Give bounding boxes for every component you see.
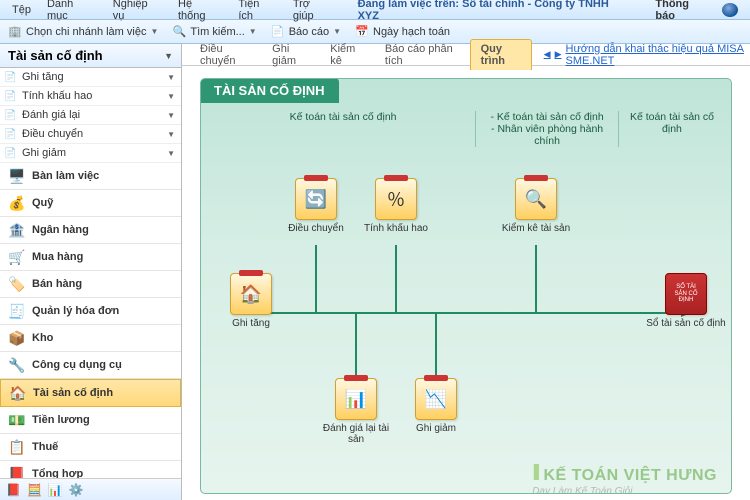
footer-icon[interactable]: 📊 bbox=[48, 483, 63, 497]
node-kiem-ke[interactable]: 🔍 Kiểm kê tài sản bbox=[496, 178, 576, 234]
nav-item-11[interactable]: 📕 Tổng hợp bbox=[0, 461, 181, 478]
sidebar: Tài sản cố định▼ Ghi tăng▼ Tính khấu hao… bbox=[0, 44, 182, 500]
nav-label: Thuế bbox=[32, 441, 58, 453]
tab-dieu-chuyen[interactable]: Điều chuyển bbox=[190, 40, 260, 70]
sidebar-footer: 📕 🧮 📊 ⚙️ bbox=[0, 478, 181, 500]
nav-icon: 🔧 bbox=[8, 356, 26, 374]
menu-tienich[interactable]: Tiện ích bbox=[230, 0, 284, 24]
toolbar-date[interactable]: 📅Ngày hạch toán bbox=[355, 25, 450, 39]
kiem-ke-icon: 🔍 bbox=[515, 178, 557, 220]
nav-icon: 🛒 bbox=[8, 248, 26, 266]
building-icon: 🏢 bbox=[8, 25, 22, 39]
menu-bar: Tệp Danh mục Nghiệp vụ Hệ thống Tiện ích… bbox=[0, 0, 750, 20]
nav-icon: 💵 bbox=[8, 411, 26, 429]
nav-label: Tiền lương bbox=[32, 414, 90, 426]
nav-list: 🖥️ Bàn làm việc 💰 Quỹ 🏦 Ngân hàng 🛒 Mua hàng 🏷️ B… bbox=[0, 163, 181, 478]
nav-label: Mua hàng bbox=[32, 251, 83, 263]
nav-item-1[interactable]: 💰 Quỹ bbox=[0, 190, 181, 217]
col-header-2: - Kế toán tài sản cố định - Nhân viên ph… bbox=[476, 111, 619, 147]
nav-icon: 🧾 bbox=[8, 302, 26, 320]
nav-label: Bàn làm việc bbox=[32, 170, 99, 182]
menu-trogiup[interactable]: Trợ giúp bbox=[285, 0, 342, 24]
nav-label: Công cụ dụng cụ bbox=[32, 359, 122, 371]
content-area: Điều chuyển Ghi giảm Kiểm kê Báo cáo phâ… bbox=[182, 44, 750, 500]
nav-icon: 🏦 bbox=[8, 221, 26, 239]
toolbar-branch[interactable]: 🏢Chọn chi nhánh làm việc▼ bbox=[8, 25, 158, 39]
nav-item-7[interactable]: 🔧 Công cụ dụng cụ bbox=[0, 352, 181, 379]
tab-bao-cao[interactable]: Báo cáo phân tích bbox=[375, 40, 468, 70]
toolbar-search[interactable]: 🔍Tìm kiếm...▼ bbox=[172, 25, 256, 39]
toolbar-report[interactable]: 📄Báo cáo▼ bbox=[271, 25, 341, 39]
book-icon: SỔ TÀI SẢN CỐ ĐỊNH bbox=[665, 273, 707, 315]
ghi-giam-icon: 📉 bbox=[415, 378, 457, 420]
footer-icon[interactable]: ⚙️ bbox=[69, 483, 84, 497]
menu-nghiepvu[interactable]: Nghiệp vụ bbox=[105, 0, 170, 24]
nav-label: Ngân hàng bbox=[32, 224, 89, 236]
col-header-3: Kế toán tài sản cố định bbox=[619, 111, 721, 147]
nav-icon: 📋 bbox=[8, 438, 26, 456]
nav-label: Tổng hợp bbox=[32, 468, 83, 478]
menu-hethong[interactable]: Hệ thống bbox=[170, 0, 230, 24]
nav-item-9[interactable]: 💵 Tiền lương bbox=[0, 407, 181, 434]
nav-next-icon[interactable]: ▶ bbox=[555, 49, 562, 60]
node-dieu-chuyen[interactable]: 🔄 Điều chuyển bbox=[276, 178, 356, 234]
watermark: ll KẾ TOÁN VIỆT HƯNG Dạy Làm Kế Toán Giỏ… bbox=[532, 460, 717, 494]
nav-label: Bán hàng bbox=[32, 278, 82, 290]
columns-header: Kế toán tài sản cố định - Kế toán tài sả… bbox=[201, 103, 731, 153]
footer-icon[interactable]: 🧮 bbox=[27, 483, 42, 497]
report-icon: 📄 bbox=[271, 25, 285, 39]
logo-icon: ll bbox=[532, 460, 536, 485]
nav-label: Tài sản cố định bbox=[33, 387, 113, 399]
sidebar-sublist: Ghi tăng▼ Tính khấu hao▼ Đánh giá lại▼ Đ… bbox=[0, 68, 181, 163]
nav-label: Quản lý hóa đơn bbox=[32, 305, 119, 317]
dieu-chuyen-icon: 🔄 bbox=[295, 178, 337, 220]
calendar-icon: 📅 bbox=[355, 25, 369, 39]
col-header-1: Kế toán tài sản cố định bbox=[211, 111, 476, 147]
help-link[interactable]: ◀ ▶ Hướng dẫn khai thác hiệu quả MISA SM… bbox=[544, 43, 750, 67]
notification-button[interactable]: Thông báo bbox=[639, 0, 746, 26]
sub-danh-gia-lai[interactable]: Đánh giá lại▼ bbox=[0, 106, 181, 125]
nav-prev-icon[interactable]: ◀ bbox=[544, 49, 551, 60]
globe-icon bbox=[722, 3, 738, 17]
nav-icon: 🏠 bbox=[9, 384, 27, 402]
node-ghi-tang[interactable]: 🏠 Ghi tăng bbox=[211, 273, 291, 329]
ghi-tang-icon: 🏠 bbox=[230, 273, 272, 315]
sidebar-title[interactable]: Tài sản cố định▼ bbox=[0, 44, 181, 68]
node-tinh-khau-hao[interactable]: ％ Tính khấu hao bbox=[356, 178, 436, 234]
nav-item-6[interactable]: 📦 Kho bbox=[0, 325, 181, 352]
node-danh-gia-lai[interactable]: 📊 Đánh giá lại tài sản bbox=[316, 378, 396, 445]
menu-tep[interactable]: Tệp bbox=[4, 2, 39, 18]
footer-icon[interactable]: 📕 bbox=[6, 483, 21, 497]
node-so-tai-san[interactable]: SỔ TÀI SẢN CỐ ĐỊNH Sổ tài sản cố định bbox=[646, 273, 726, 329]
nav-icon: 💰 bbox=[8, 194, 26, 212]
nav-item-0[interactable]: 🖥️ Bàn làm việc bbox=[0, 163, 181, 190]
node-ghi-giam[interactable]: 📉 Ghi giảm bbox=[396, 378, 476, 434]
nav-item-4[interactable]: 🏷️ Bán hàng bbox=[0, 271, 181, 298]
sub-ghi-giam[interactable]: Ghi giảm▼ bbox=[0, 144, 181, 163]
nav-label: Quỹ bbox=[32, 197, 53, 209]
nav-icon: 📦 bbox=[8, 329, 26, 347]
sub-ghi-tang[interactable]: Ghi tăng▼ bbox=[0, 68, 181, 87]
nav-icon: 📕 bbox=[8, 465, 26, 478]
menu-danhmuc[interactable]: Danh mục bbox=[39, 0, 105, 24]
nav-item-2[interactable]: 🏦 Ngân hàng bbox=[0, 217, 181, 244]
nav-item-5[interactable]: 🧾 Quản lý hóa đơn bbox=[0, 298, 181, 325]
nav-item-3[interactable]: 🛒 Mua hàng bbox=[0, 244, 181, 271]
nav-item-8[interactable]: 🏠 Tài sản cố định bbox=[0, 379, 181, 407]
tab-ghi-giam[interactable]: Ghi giảm bbox=[262, 40, 318, 70]
khau-hao-icon: ％ bbox=[375, 178, 417, 220]
workflow-panel: TÀI SẢN CỐ ĐỊNH Kế toán tài sản cố định … bbox=[200, 78, 732, 494]
sub-dieu-chuyen[interactable]: Điều chuyển▼ bbox=[0, 125, 181, 144]
nav-label: Kho bbox=[32, 332, 53, 344]
sub-tinh-khau-hao[interactable]: Tính khấu hao▼ bbox=[0, 87, 181, 106]
search-icon: 🔍 bbox=[172, 25, 186, 39]
tab-kiem-ke[interactable]: Kiểm kê bbox=[320, 40, 373, 70]
danh-gia-icon: 📊 bbox=[335, 378, 377, 420]
nav-item-10[interactable]: 📋 Thuế bbox=[0, 434, 181, 461]
tab-bar: Điều chuyển Ghi giảm Kiểm kê Báo cáo phâ… bbox=[182, 44, 750, 66]
working-status: Đang làm việc trên: Sổ tài chính - Công … bbox=[350, 0, 640, 24]
nav-icon: 🖥️ bbox=[8, 167, 26, 185]
nav-icon: 🏷️ bbox=[8, 275, 26, 293]
panel-title: TÀI SẢN CỐ ĐỊNH bbox=[200, 78, 339, 103]
